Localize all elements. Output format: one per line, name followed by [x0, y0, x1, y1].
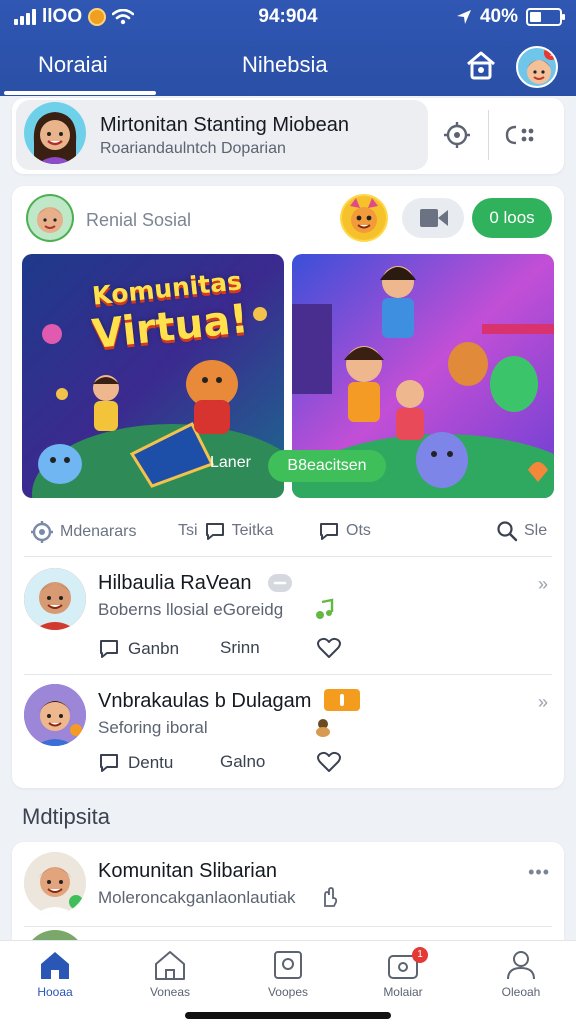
- nav-home[interactable]: Hooaa: [10, 949, 100, 999]
- sticker-icon: [316, 719, 330, 737]
- post-avatar[interactable]: [24, 568, 86, 630]
- mascot-avatar[interactable]: [340, 194, 388, 242]
- divider: [24, 556, 552, 557]
- action-discover-label: Mdenarars: [60, 523, 137, 540]
- nav-notifications-label: Molaiar: [383, 985, 423, 999]
- profile-subtitle: Roariandaulntch Doparian: [100, 140, 286, 157]
- post-avatar-face-icon: [24, 568, 86, 630]
- settings-icon[interactable]: [442, 120, 472, 150]
- battery-icon: [526, 8, 565, 26]
- feed-author-avatar[interactable]: [26, 194, 74, 242]
- action-discover[interactable]: Mdenarars: [30, 520, 136, 544]
- action-comment[interactable]: Tsi Teitka: [178, 520, 273, 542]
- heart-icon[interactable]: [316, 750, 342, 774]
- home-lock-icon[interactable]: [464, 48, 498, 82]
- nav-home-label: Hooaa: [37, 985, 73, 999]
- chat-bubble-icon: [320, 523, 338, 540]
- feed-title: Renial Sosial: [86, 210, 192, 230]
- notification-badge: !: [544, 48, 556, 60]
- chevron-right-icon[interactable]: »: [538, 692, 548, 713]
- share-button[interactable]: Galno: [220, 752, 265, 772]
- banner-left-link[interactable]: Laner: [210, 454, 251, 472]
- list-item-subtitle: Moleroncakganlaonlautiak: [98, 888, 296, 907]
- nav-profile[interactable]: Oleoah: [476, 949, 566, 999]
- globe-icon: [31, 521, 53, 543]
- action-comment-prefix: Tsi: [178, 522, 198, 539]
- action-messages-label: Ots: [346, 522, 371, 539]
- post-title[interactable]: Hilbaulia RaVean: [98, 572, 251, 595]
- list-item-avatar[interactable]: [24, 852, 86, 914]
- comment-label: Dentu: [128, 753, 174, 772]
- banner-right-button[interactable]: B8eacitsen: [268, 450, 386, 482]
- location-arrow-icon: [456, 10, 471, 24]
- comment-button[interactable]: Dentu: [98, 752, 173, 774]
- mascot-face-icon: [342, 196, 386, 240]
- tab-home[interactable]: Noraiai: [38, 52, 108, 78]
- status-bar: llOO 94:904 40%: [0, 0, 576, 34]
- battery-percent: 40%: [479, 6, 518, 27]
- nav-notification-badge: 1: [412, 947, 428, 963]
- orange-tag-badge: [324, 689, 360, 711]
- banner-community-scene[interactable]: B8eacitsen: [268, 254, 554, 498]
- post-avatar[interactable]: [24, 684, 86, 746]
- post-subtitle: Seforing iboral: [98, 718, 208, 737]
- house-outline-icon: [155, 951, 185, 980]
- list-item-face-icon: [24, 852, 86, 914]
- share-label: Galno: [220, 752, 266, 771]
- tab-secondary[interactable]: Nihebsia: [242, 52, 328, 78]
- comment-icon: [100, 754, 118, 772]
- divider: [24, 674, 552, 675]
- home-icon: [41, 952, 69, 979]
- video-camera-icon: [420, 209, 448, 227]
- action-search-label: Sle: [524, 522, 548, 539]
- chevron-right-icon[interactable]: »: [538, 574, 548, 595]
- square-frame-icon: [274, 951, 302, 979]
- action-messages[interactable]: Ots: [318, 520, 371, 542]
- divider: [24, 926, 552, 927]
- feed-card: Renial Sosial 0 loos Komunitas Virtua! L…: [12, 186, 564, 788]
- action-pill-button[interactable]: 0 loos: [472, 198, 552, 238]
- nav-videos-label: Voneas: [149, 985, 191, 999]
- profile-card: Mirtonitan Stanting Miobean Roariandauln…: [12, 98, 564, 174]
- share-button[interactable]: Srinn: [220, 638, 260, 658]
- post-avatar-face-icon: [24, 684, 86, 746]
- active-tab-indicator: [4, 91, 156, 95]
- nav-notifications[interactable]: 1 Molaiar: [358, 947, 448, 999]
- search-icon: [497, 521, 518, 542]
- comment-icon: [100, 640, 118, 658]
- nav-groups[interactable]: Voopes: [243, 949, 333, 999]
- section-title: Mdtipsita: [22, 804, 111, 829]
- more-options-icon[interactable]: •••: [528, 862, 550, 883]
- comment-button[interactable]: Ganbn: [98, 638, 179, 660]
- feed-actions: Mdenarars Tsi Teitka Ots Sle: [12, 510, 564, 550]
- list-item-title[interactable]: Komunitan Slibarian: [98, 860, 277, 883]
- hand-icon: [324, 887, 338, 907]
- share-icon[interactable]: [504, 122, 536, 148]
- feed-author-face-icon: [28, 196, 72, 240]
- app-header: llOO 94:904 40% Noraiai Nihebsia !: [0, 0, 576, 96]
- divider: [488, 110, 489, 160]
- banner-komunitas[interactable]: Komunitas Virtua! Laner: [22, 254, 284, 498]
- chat-bubble-icon: [205, 523, 224, 540]
- comment-label: Ganbn: [128, 639, 180, 658]
- video-button[interactable]: [402, 198, 464, 238]
- profile-name: Mirtonitan Stanting Miobean: [100, 114, 350, 136]
- action-comment-label: Teitka: [231, 522, 274, 539]
- heart-icon[interactable]: [316, 636, 342, 660]
- nav-groups-label: Voopes: [267, 985, 309, 999]
- music-note-icon: [316, 598, 334, 619]
- nav-profile-label: Oleoah: [501, 985, 541, 999]
- person-icon: [507, 951, 535, 980]
- action-search[interactable]: Sle: [496, 520, 547, 542]
- home-indicator: [185, 1012, 391, 1019]
- add-friend-icon[interactable]: [268, 572, 292, 594]
- post-subtitle: Boberns llosial eGoreidg: [98, 600, 284, 619]
- user-avatar[interactable]: !: [516, 46, 558, 88]
- profile-avatar[interactable]: [24, 102, 86, 164]
- profile-avatar-face-icon: [33, 112, 77, 164]
- nav-videos[interactable]: Voneas: [125, 949, 215, 999]
- post-title[interactable]: Vnbrakaulas b Dulagam: [98, 690, 311, 713]
- share-label: Srinn: [220, 638, 260, 657]
